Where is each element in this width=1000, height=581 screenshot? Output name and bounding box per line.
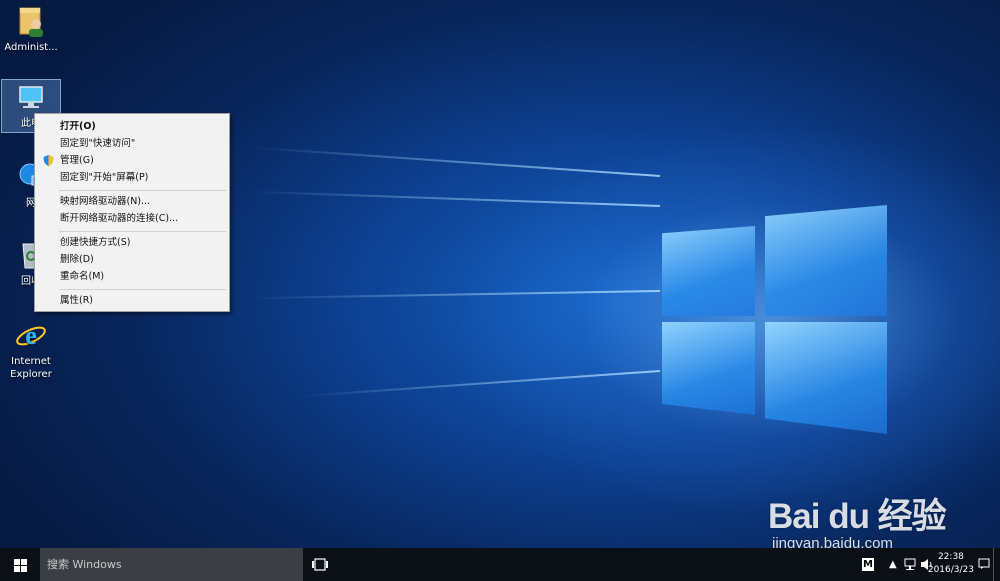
ime-indicator[interactable]: M [862, 558, 874, 571]
internet-explorer-icon: e [14, 318, 48, 352]
wallpaper-logo-pane [765, 322, 887, 434]
chevron-up-icon: ▲ [889, 559, 897, 570]
show-hidden-icons-button[interactable]: ▲ [889, 558, 897, 571]
menu-item-label: 固定到"开始"屏幕(P) [60, 172, 149, 183]
menu-item-delete[interactable]: 删除(D) [35, 251, 229, 268]
task-view-button[interactable] [310, 556, 330, 573]
menu-item-disconnect-network-drive[interactable]: 断开网络驱动器的连接(C)... [35, 210, 229, 227]
menu-item-open[interactable]: 打开(O) [35, 118, 229, 135]
start-button[interactable] [0, 548, 40, 581]
wallpaper-ray [250, 146, 661, 177]
menu-item-rename[interactable]: 重命名(M) [35, 268, 229, 285]
menu-item-properties[interactable]: 属性(R) [35, 292, 229, 309]
clock-date: 2016/3/23 [927, 565, 974, 575]
menu-item-map-network-drive[interactable]: 映射网络驱动器(N)... [35, 193, 229, 210]
context-menu: 打开(O) 固定到"快速访问" 管理(G) 固定到"开始"屏幕(P) 映射网络驱… [34, 113, 230, 312]
desktop-icon-label: Administ... [4, 42, 58, 53]
desktop-icon-label: Internet [11, 356, 51, 367]
desktop-icon-user-folder[interactable]: Administ... [2, 4, 60, 54]
baidu-jingyan-logo: Bai du 经验 [768, 497, 947, 536]
svg-text:e: e [25, 321, 37, 350]
network-tray-button[interactable] [903, 558, 917, 571]
taskbar: 搜索 Windows M ▲ 22:38 2016/3/23 [0, 548, 1000, 581]
menu-item-label: 管理(G) [60, 155, 94, 166]
menu-item-label: 创建快捷方式(S) [60, 237, 131, 248]
search-box[interactable]: 搜索 Windows [40, 548, 303, 581]
task-view-icon [312, 558, 328, 571]
menu-item-label: 重命名(M) [60, 271, 105, 282]
ime-label: M [863, 559, 873, 570]
menu-item-label: 断开网络驱动器的连接(C)... [60, 213, 179, 224]
action-center-button[interactable] [978, 558, 990, 571]
menu-separator [59, 231, 226, 232]
search-placeholder: 搜索 Windows [47, 558, 122, 571]
menu-item-label: 打开(O) [60, 121, 96, 132]
user-folder-icon [14, 4, 48, 38]
wallpaper-logo-pane [765, 205, 887, 316]
menu-item-pin-quick-access[interactable]: 固定到"快速访问" [35, 135, 229, 152]
menu-separator [59, 190, 226, 191]
menu-item-create-shortcut[interactable]: 创建快捷方式(S) [35, 234, 229, 251]
desktop-icon-label: Explorer [10, 369, 52, 380]
clock[interactable]: 22:38 2016/3/23 [928, 551, 974, 577]
wallpaper-logo-pane [662, 322, 755, 415]
wallpaper-logo-pane [662, 226, 755, 316]
wallpaper-ray [300, 370, 661, 398]
desktop[interactable]: Administ... 此电 网 回收 e Internet Explorer … [0, 0, 1000, 548]
menu-item-manage[interactable]: 管理(G) [35, 152, 229, 169]
wallpaper-ray [250, 190, 661, 207]
show-desktop-button[interactable] [993, 548, 1000, 581]
notification-icon [978, 558, 990, 569]
desktop-icon-internet-explorer[interactable]: e Internet Explorer [2, 318, 60, 381]
menu-item-label: 属性(R) [60, 295, 94, 306]
network-status-icon [904, 558, 916, 570]
computer-icon [14, 80, 48, 114]
menu-item-label: 固定到"快速访问" [60, 138, 136, 149]
menu-separator [59, 289, 226, 290]
clock-time: 22:38 [937, 552, 964, 562]
shield-icon [43, 155, 54, 166]
menu-item-pin-start[interactable]: 固定到"开始"屏幕(P) [35, 169, 229, 186]
menu-item-label: 删除(D) [60, 254, 94, 265]
wallpaper-ray [250, 290, 661, 300]
menu-item-label: 映射网络驱动器(N)... [60, 196, 151, 207]
